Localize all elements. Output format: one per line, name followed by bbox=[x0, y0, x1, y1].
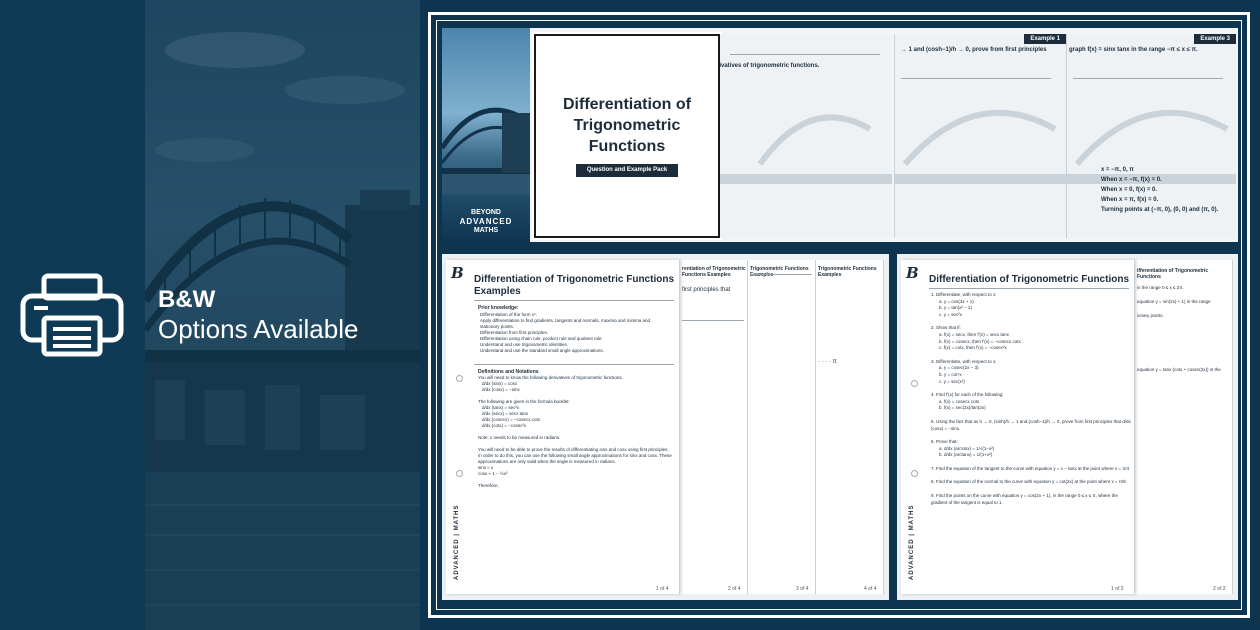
cover-preview-panel: BEYOND ADVANCED MATHS Differentiation of… bbox=[442, 28, 1238, 242]
brand-b-icon: B bbox=[451, 264, 464, 282]
questions-preview-panel: ifferentiation of Trigonometric Function… bbox=[897, 254, 1238, 600]
brand-logo: BEYOND ADVANCED MATHS bbox=[459, 209, 513, 234]
preview-page-example-1: Example 1 → 1 and (cosh−1)/h → 0, prove … bbox=[894, 34, 1066, 238]
prior-knowledge-list: Differentiation of the form xⁿ. Apply di… bbox=[480, 312, 651, 353]
examples-page-4: Trigonometric Functions Examples · · · ·… bbox=[816, 260, 884, 594]
questions-title: Differentiation of Trigonometric Functio… bbox=[929, 274, 1129, 285]
questions-page-2: ifferentiation of Trigonometric Function… bbox=[1135, 260, 1233, 594]
bw-title: B&W bbox=[158, 286, 216, 313]
questions-page-1: B ADVANCED | MATHS Differentiation of Tr… bbox=[901, 260, 1135, 594]
preview-page-2: derivatives of trigonometric functions. bbox=[720, 34, 892, 238]
examples-page-2: rentiation of Trigonometric Functions Ex… bbox=[680, 260, 748, 594]
bw-subtitle: Options Available bbox=[158, 314, 359, 344]
printer-icon bbox=[20, 272, 124, 358]
cover-title: Differentiation of Trigonometric Functio… bbox=[563, 96, 691, 155]
question-list: 1. Differentiate, with respect to x: a. … bbox=[931, 292, 1131, 505]
cover-pill: Question and Example Pack bbox=[576, 164, 678, 177]
examples-page-3: Trigonometric Functions Examples 3 of 4 bbox=[748, 260, 816, 594]
cover-photo: BEYOND ADVANCED MATHS bbox=[442, 28, 532, 242]
examples-page-1: B ADVANCED | MATHS Differentiation of Tr… bbox=[446, 260, 680, 594]
brand-b-icon: B bbox=[906, 264, 919, 282]
cover-card: Differentiation of Trigonometric Functio… bbox=[534, 34, 720, 238]
examples-title: Differentiation of Trigonometric Functio… bbox=[474, 274, 674, 297]
preview-page-example-3: Example 3 graph f(x) = sinx tanx in the … bbox=[1066, 34, 1236, 238]
examples-preview-panel: Trigonometric Functions Examples · · · ·… bbox=[442, 254, 889, 600]
